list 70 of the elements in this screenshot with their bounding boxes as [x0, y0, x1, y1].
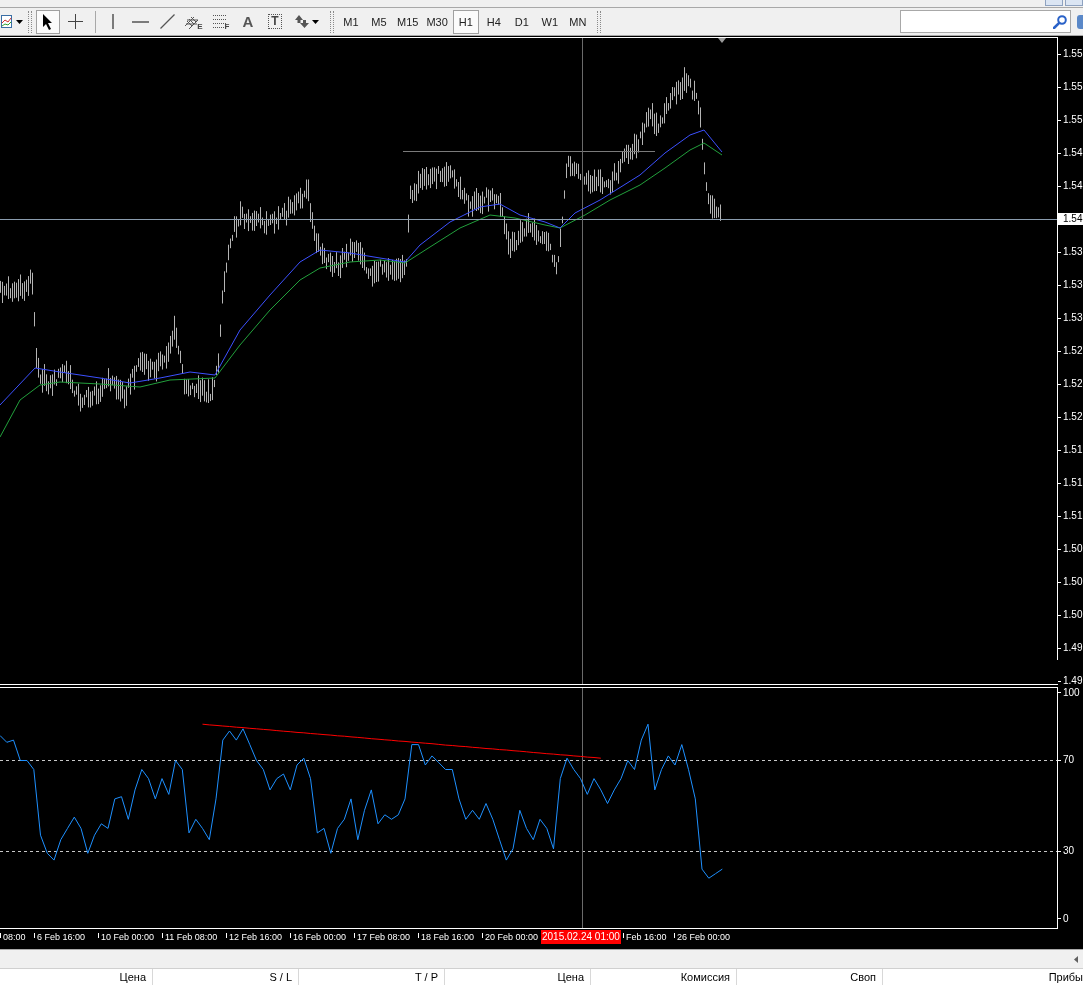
- timeframe-tab[interactable]: M5: [366, 9, 392, 34]
- price-axis-label: 1.53: [1058, 246, 1083, 258]
- current-price-label: 1.54: [1058, 213, 1083, 225]
- price-axis-label: 1.51: [1058, 510, 1083, 522]
- triangle-marker-icon: [718, 38, 726, 43]
- timeframe-tab[interactable]: MN: [564, 9, 591, 34]
- text-tool-button[interactable]: A: [236, 9, 260, 34]
- price-axis-label: 1.52: [1058, 378, 1083, 390]
- price-axis-label: 1.49: [1058, 675, 1083, 687]
- price-axis-label: 1.54: [1058, 147, 1083, 159]
- price-axis-label: 1.49: [1058, 642, 1083, 654]
- timeframe-tab[interactable]: M30: [423, 9, 451, 34]
- timeframe-tab[interactable]: H4: [480, 9, 507, 34]
- diagonal-line-icon: [159, 14, 175, 29]
- timeframe-tab[interactable]: M15: [394, 9, 422, 34]
- column-header[interactable]: Прибы: [883, 969, 1083, 985]
- cursor-arrow-icon: [43, 13, 53, 30]
- column-header[interactable]: Своп: [737, 969, 883, 985]
- channel-tool-button[interactable]: E: [182, 9, 206, 34]
- text-label-tool-button[interactable]: T: [263, 9, 287, 34]
- dotted-lines-icon: [212, 15, 227, 28]
- caret-icon: [311, 19, 319, 24]
- vertical-line-icon: [112, 14, 114, 29]
- price-axis-label: 1.53: [1058, 279, 1083, 291]
- fibonacci-tool-button[interactable]: F: [209, 9, 233, 34]
- price-axis-label: 1.51: [1058, 444, 1083, 456]
- timeframe-tab[interactable]: H1: [452, 9, 479, 34]
- timeframe-tab[interactable]: D1: [508, 9, 535, 34]
- line-chart-icon: [1, 15, 12, 28]
- time-axis-label: 16 Feb 00:00: [290, 931, 347, 943]
- cursor-tool-button[interactable]: [36, 9, 60, 34]
- timeframe-tab[interactable]: M1: [338, 9, 364, 34]
- price-axis-label: 1.50: [1058, 609, 1083, 621]
- column-header[interactable]: Цена: [445, 969, 591, 985]
- column-header[interactable]: T / P: [299, 969, 445, 985]
- timeframe-tab[interactable]: W1: [536, 9, 563, 34]
- up-down-arrows-icon: [293, 15, 309, 28]
- price-axis-label: 1.50: [1058, 543, 1083, 555]
- time-axis-label: 08:00: [0, 931, 26, 943]
- column-header[interactable]: Комиссия: [591, 969, 737, 985]
- price-axis-label: 1.55: [1058, 114, 1083, 126]
- time-axis-label: Feb 16:00: [623, 931, 667, 943]
- time-axis-label: 6 Feb 16:00: [34, 931, 86, 943]
- rsi-axis-label: 30: [1058, 845, 1075, 857]
- crosshair-icon: [67, 14, 83, 29]
- time-axis-label: 12 Feb 16:00: [226, 931, 283, 943]
- time-axis-label: 20 Feb 00:00: [482, 931, 539, 943]
- price-axis-label: 1.52: [1058, 411, 1083, 423]
- column-header[interactable]: Цена: [0, 969, 153, 985]
- price-axis-label: 1.51: [1058, 477, 1083, 489]
- price-axis-label: 1.52: [1058, 345, 1083, 357]
- rounded-tile-icon[interactable]: [1077, 14, 1083, 29]
- triangle-left-icon[interactable]: [1074, 955, 1078, 963]
- time-axis-label: 11 Feb 08:00: [162, 931, 218, 943]
- rsi-axis-label: 0: [1058, 912, 1069, 925]
- price-axis-label: 1.54: [1058, 180, 1083, 192]
- column-header[interactable]: S / L: [153, 969, 299, 985]
- price-axis-label: 1.50: [1058, 576, 1083, 588]
- search-field[interactable]: [900, 10, 1071, 33]
- caret-icon: [16, 19, 23, 24]
- time-axis-label: 17 Feb 08:00: [354, 931, 411, 943]
- price-axis-label: 1.55: [1058, 81, 1083, 93]
- price-axis-label: 1.53: [1058, 312, 1083, 324]
- time-axis-label: 18 Feb 16:00: [418, 931, 475, 943]
- search-icon: [1053, 14, 1067, 29]
- time-axis-label: 26 Feb 00:00: [674, 931, 731, 943]
- horizontal-line-icon: [131, 20, 149, 23]
- price-axis-label: 1.55: [1058, 48, 1083, 60]
- time-axis-label: 10 Feb 00:00: [98, 931, 155, 943]
- crosshair-time-label: 2015.02.24 01:00: [541, 930, 621, 944]
